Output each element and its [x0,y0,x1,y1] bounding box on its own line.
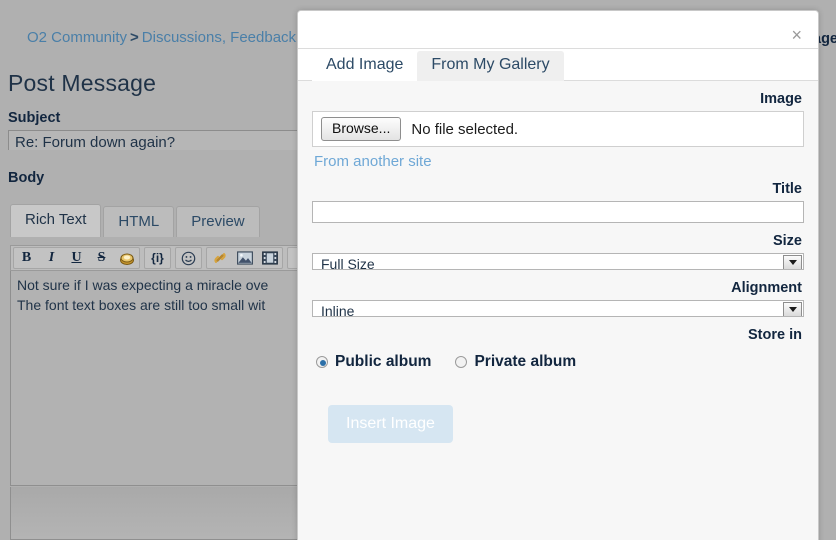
editor-mode-tabs: Rich Text HTML Preview [10,204,262,237]
alignment-select[interactable]: Inline [312,300,804,317]
subject-label: Subject [8,110,61,126]
add-image-modal: × Add Image From My Gallery Image Browse… [297,10,819,540]
emoticon-icon[interactable] [176,248,201,268]
radio-private-album[interactable]: Private album [455,353,576,371]
bold-icon[interactable]: B [14,248,39,268]
toolbar-group-format: B I U S [13,247,140,269]
radio-private-album-label: Private album [474,353,577,370]
toolbar-group-insert-variable: {i} [144,247,171,269]
link-icon[interactable] [207,248,232,268]
breadcrumb-item-community[interactable]: O2 Community [27,29,127,46]
chevron-down-icon[interactable] [783,255,802,269]
title-input[interactable] [312,201,804,223]
modal-body: Image Browse... No file selected. From a… [298,81,818,540]
modal-header: × [298,11,818,49]
body-label: Body [8,170,45,186]
breadcrumb: O2 Community > Discussions, Feedback & [27,29,310,46]
radio-public-album-indicator[interactable] [316,356,328,368]
file-status-text: No file selected. [411,120,519,138]
strikethrough-icon[interactable]: S [89,248,114,268]
size-label: Size [772,233,802,249]
close-icon[interactable]: × [791,26,802,44]
title-label: Title [772,181,802,197]
size-select-value: Full Size [321,256,375,270]
browse-button[interactable]: Browse... [321,117,402,141]
size-select[interactable]: Full Size [312,253,804,270]
toolbar-group-media [206,247,283,269]
alignment-select-value: Inline [321,303,355,317]
toolbar-group-emoticon [175,247,202,269]
radio-public-album-label: Public album [335,353,432,370]
image-label: Image [760,91,802,107]
chevron-down-icon[interactable] [783,302,802,316]
body-editor[interactable]: Not sure if I was expecting a miracle ov… [10,271,300,486]
alignment-label: Alignment [731,280,802,296]
insert-image-icon[interactable] [232,248,257,268]
radio-private-album-indicator[interactable] [455,356,468,368]
text-color-icon[interactable] [114,248,139,268]
screen: O2 Community > Discussions, Feedback & Pos… [0,0,836,540]
tab-rich-text[interactable]: Rich Text [10,204,102,237]
editor-toolbar: B I U S {i} [10,245,300,271]
store-in-label: Store in [748,327,802,343]
tab-add-image[interactable]: Add Image [312,51,418,81]
italic-icon[interactable]: I [39,248,64,268]
insert-variable-icon[interactable]: {i} [145,248,170,268]
tab-preview[interactable]: Preview [176,206,260,237]
from-another-site-row: From another site [312,147,804,171]
modal-tabs: Add Image From My Gallery [298,49,818,81]
tab-from-my-gallery[interactable]: From My Gallery [417,51,564,81]
insert-image-button[interactable]: Insert Image [328,405,453,443]
editor-footer [10,487,300,540]
submit-row: Insert Image [312,371,804,443]
file-picker-row: Browse... No file selected. [312,111,804,147]
body-line: Not sure if I was expecting a miracle ov… [17,277,269,293]
store-in-radio-group: Public album Private album [312,347,804,371]
breadcrumb-separator: > [130,29,139,46]
underline-icon[interactable]: U [64,248,89,268]
from-another-site-link[interactable]: From another site [314,153,432,170]
body-line: The font text boxes are still too small … [17,297,266,313]
radio-public-album[interactable]: Public album [316,353,431,371]
page-title: Post Message [8,70,157,96]
tab-html[interactable]: HTML [103,206,175,237]
breadcrumb-item-discussions[interactable]: Discussions, Feedback & [142,29,310,46]
insert-video-icon[interactable] [257,248,282,268]
